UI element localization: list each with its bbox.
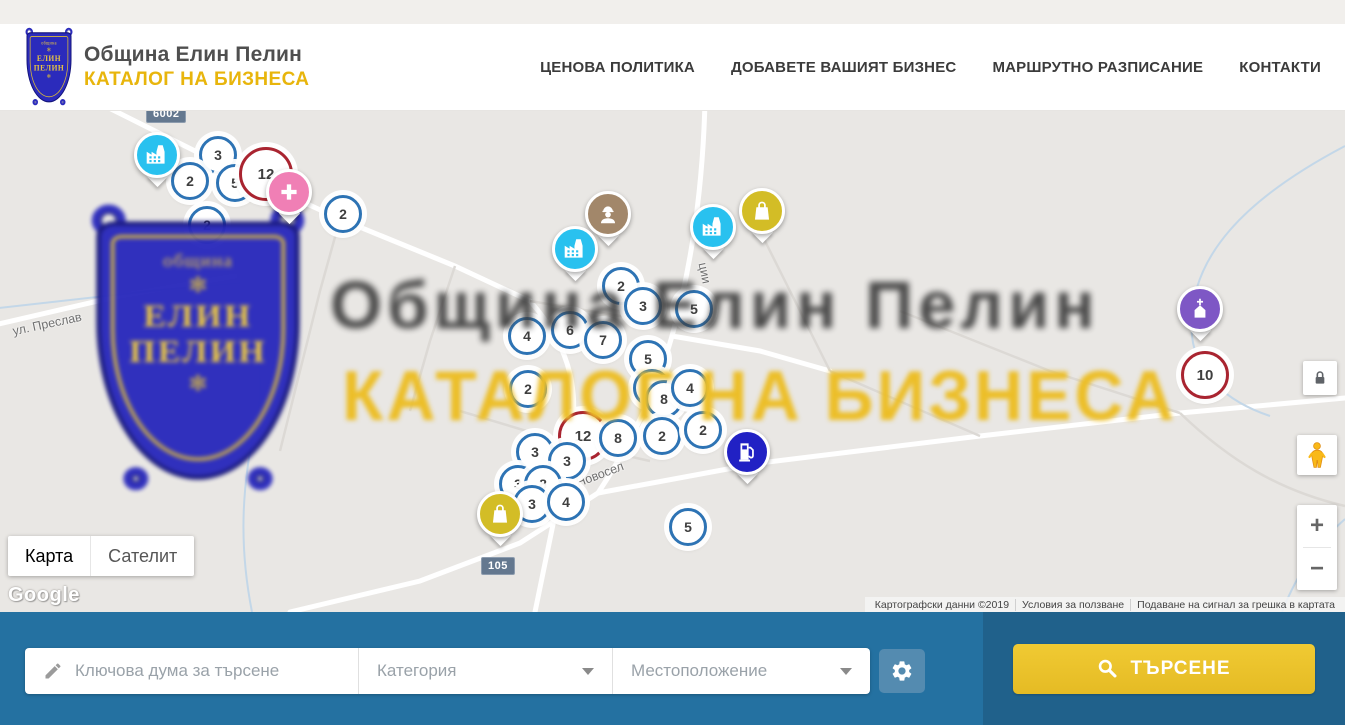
nav-item-contacts[interactable]: КОНТАКТИ — [1239, 59, 1321, 76]
cluster-marker[interactable]: 3 — [624, 287, 662, 325]
zoom-out-button[interactable]: − — [1297, 548, 1337, 590]
factory-pin-marker[interactable] — [548, 226, 602, 278]
site-title: Община Елин Пелин — [84, 43, 309, 67]
map-type-satellite-button[interactable]: Сателит — [90, 536, 194, 576]
nav-item-route-schedule[interactable]: МАРШРУТНО РАЗПИСАНИЕ — [992, 59, 1203, 76]
factory-icon — [552, 226, 598, 272]
factory-pin-marker[interactable] — [686, 204, 740, 256]
map-copyright: Картографски данни ©2019 — [869, 599, 1015, 611]
keyword-field-wrap — [25, 648, 358, 694]
map-canvas[interactable]: 6002 105 ул. Преслав бул. „Новосел ции 3… — [0, 111, 1345, 612]
cross-pin-marker[interactable] — [262, 169, 316, 221]
cluster-marker[interactable]: 2 — [684, 411, 722, 449]
search-submit-panel: ТЪРСЕНЕ — [983, 612, 1345, 725]
gear-icon — [890, 659, 914, 683]
search-field-group: Категория Местоположение — [25, 648, 870, 694]
advanced-settings-button[interactable] — [879, 649, 925, 693]
municipality-crest-logo: община✻ЕЛИНПЕЛИН✻ — [24, 30, 74, 104]
cluster-marker[interactable]: 10 — [1181, 351, 1229, 399]
lock-icon — [1312, 370, 1328, 386]
main-nav: ЦЕНОВА ПОЛИТИКА ДОБАВЕТЕ ВАШИЯТ БИЗНЕС МАР… — [540, 59, 1321, 76]
cluster-marker[interactable]: 2 — [643, 417, 681, 455]
terms-of-use-link[interactable]: Условия за ползване — [1015, 599, 1130, 611]
cluster-marker[interactable]: 7 — [584, 321, 622, 359]
search-fields-panel: Категория Местоположение — [0, 612, 983, 725]
zoom-control: + − — [1297, 505, 1337, 590]
search-icon — [1097, 658, 1118, 679]
top-strip — [0, 0, 1345, 24]
cluster-marker[interactable]: 2 — [509, 370, 547, 408]
location-select[interactable]: Местоположение — [612, 648, 870, 694]
pencil-icon — [43, 661, 63, 681]
pegman-icon — [1305, 441, 1329, 469]
factory-icon — [134, 132, 180, 178]
church-pin-marker[interactable] — [1173, 286, 1227, 338]
factory-icon — [690, 204, 736, 250]
cluster-marker[interactable]: 4 — [671, 369, 709, 407]
cluster-marker[interactable]: 5 — [675, 290, 713, 328]
location-select-label: Местоположение — [631, 661, 767, 681]
nav-item-pricing-policy[interactable]: ЦЕНОВА ПОЛИТИКА — [540, 59, 695, 76]
cluster-marker[interactable]: 4 — [547, 483, 585, 521]
header: община✻ЕЛИНПЕЛИН✻ Община Елин Пелин КАТА… — [0, 24, 1345, 111]
lock-scroll-button[interactable] — [1303, 361, 1337, 395]
bag-pin-marker[interactable] — [735, 188, 789, 240]
report-map-error-link[interactable]: Подаване на сигнал за грешка в картата — [1130, 599, 1341, 611]
search-bar: Категория Местоположение ТЪРСЕНЕ — [0, 612, 1345, 725]
cluster-marker[interactable]: 2 — [324, 195, 362, 233]
nav-item-add-business[interactable]: ДОБАВЕТЕ ВАШИЯТ БИЗНЕС — [731, 59, 956, 76]
cluster-marker[interactable]: 2 — [171, 162, 209, 200]
cluster-marker[interactable]: 2 — [188, 206, 226, 244]
search-button-label: ТЪРСЕНЕ — [1130, 658, 1230, 680]
church-icon — [1177, 286, 1223, 332]
cluster-marker[interactable]: 5 — [669, 508, 707, 546]
fuel-pin-marker[interactable] — [720, 429, 774, 481]
street-view-pegman-button[interactable] — [1297, 435, 1337, 475]
map-type-control: Карта Сателит — [8, 536, 194, 576]
category-select[interactable]: Категория — [358, 648, 612, 694]
keyword-search-input[interactable] — [75, 661, 358, 681]
google-logo[interactable]: Google — [8, 584, 80, 607]
worker-icon — [585, 191, 631, 237]
road-number-badge: 105 — [481, 557, 515, 575]
search-button[interactable]: ТЪРСЕНЕ — [1013, 644, 1315, 694]
road-number-badge: 6002 — [146, 111, 186, 123]
chevron-down-icon — [840, 668, 852, 675]
bag-icon — [739, 188, 785, 234]
bag-icon — [477, 491, 523, 537]
cluster-marker[interactable]: 8 — [599, 419, 637, 457]
crest-shield: община✻ЕЛИНПЕЛИН✻ — [24, 30, 74, 104]
site-subtitle: КАТАЛОГ НА БИЗНЕСА — [84, 69, 309, 91]
cluster-marker[interactable]: 4 — [508, 317, 546, 355]
category-select-label: Категория — [377, 661, 456, 681]
map-attribution: Картографски данни ©2019 Условия за полз… — [865, 597, 1345, 612]
cross-icon — [266, 169, 312, 215]
fuel-icon — [724, 429, 770, 475]
map-type-map-button[interactable]: Карта — [8, 536, 90, 576]
chevron-down-icon — [582, 668, 594, 675]
zoom-in-button[interactable]: + — [1297, 505, 1337, 547]
site-logo[interactable]: община✻ЕЛИНПЕЛИН✻ Община Елин Пелин КАТА… — [24, 30, 309, 104]
